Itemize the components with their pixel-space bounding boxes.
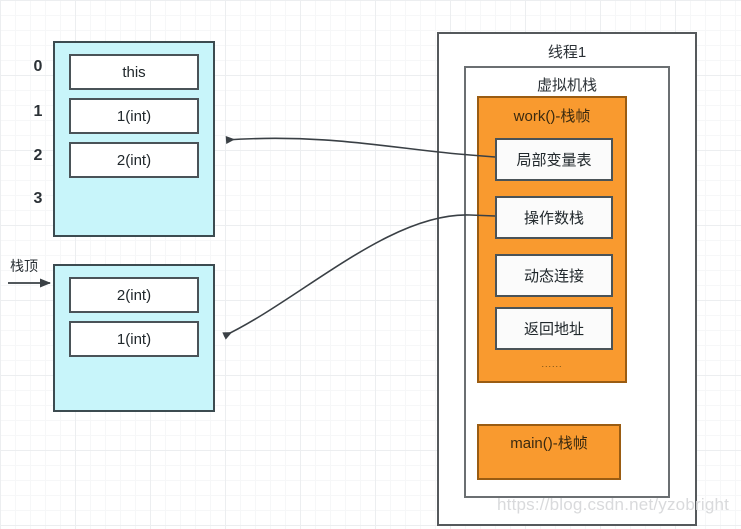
local-variable-table-box: this 1(int) 2(int) — [53, 41, 215, 237]
frame-part-dynamic-linking: 动态连接 — [495, 254, 613, 297]
stack-top-label: 栈顶 — [10, 258, 38, 274]
thread-title: 线程1 — [547, 44, 587, 61]
main-frame-title: main()-栈帧 — [510, 435, 588, 452]
lvt-slot-1: 1(int) — [69, 98, 199, 134]
frame-part-local-variable-table: 局部变量表 — [495, 138, 613, 181]
vm-stack-title: 虚拟机栈 — [536, 77, 597, 94]
frame-part-return-address: 返回地址 — [495, 307, 613, 350]
index-label-3: 3 — [33, 190, 43, 207]
lvt-slot-2: 2(int) — [69, 142, 199, 178]
diagram-canvas: 0 1 2 3 this 1(int) 2(int) 栈顶 2(int) 1(i… — [0, 0, 741, 529]
main-stack-frame: main()-栈帧 — [477, 424, 621, 480]
index-label-2: 2 — [33, 147, 43, 164]
index-label-0: 0 — [33, 58, 43, 75]
operand-slot-1: 1(int) — [69, 321, 199, 357]
watermark: https://blog.csdn.net/yzobright — [497, 495, 730, 514]
frame-part-ellipsis: ...... — [541, 359, 563, 369]
operand-stack-box: 2(int) 1(int) — [53, 264, 215, 412]
operand-slot-0: 2(int) — [69, 277, 199, 313]
index-label-1: 1 — [33, 103, 43, 120]
work-frame-title: work()-栈帧 — [513, 108, 591, 125]
frame-part-operand-stack: 操作数栈 — [495, 196, 613, 239]
lvt-slot-0: this — [69, 54, 199, 90]
work-stack-frame: work()-栈帧 局部变量表 操作数栈 动态连接 返回地址 ...... — [477, 96, 627, 383]
